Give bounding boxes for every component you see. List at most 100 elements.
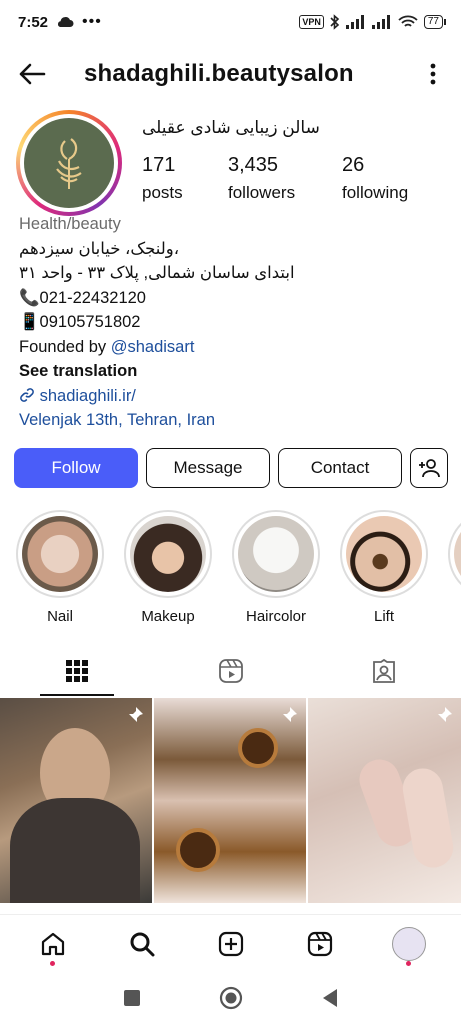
- founded-by: Founded by @shadisart: [19, 335, 449, 360]
- notification-dot: [50, 960, 55, 966]
- back-button[interactable]: [16, 58, 48, 90]
- followers-count[interactable]: 3,435 followers: [228, 154, 342, 203]
- create-icon: [218, 931, 243, 956]
- highlight-cover: [22, 516, 98, 592]
- stat-value: 171: [142, 154, 176, 176]
- nav-home[interactable]: [33, 924, 73, 966]
- post-thumbnail[interactable]: [0, 698, 152, 903]
- highlight-nail[interactable]: Nail: [14, 510, 106, 625]
- bio-address-line: ،ولنجک، خیابان سیزدهم: [19, 239, 180, 258]
- search-icon: [130, 932, 154, 956]
- founded-prefix: Founded by: [19, 337, 111, 356]
- link-icon: [20, 387, 34, 402]
- highlight-haircolor[interactable]: Haircolor: [230, 510, 322, 625]
- nav-create[interactable]: [211, 924, 251, 964]
- tagged-icon: [373, 658, 396, 683]
- pinned-icon: [128, 707, 143, 723]
- website-text: shadiaghili.ir/: [39, 386, 136, 405]
- bio-mobile: 📱09105751802: [19, 313, 141, 331]
- avatar[interactable]: [16, 110, 122, 216]
- message-button[interactable]: Message: [146, 448, 270, 488]
- add-person-icon: [419, 459, 440, 478]
- highlight-makeup[interactable]: Makeup: [122, 510, 214, 625]
- battery-indicator: 77: [423, 15, 447, 29]
- nav-search[interactable]: [122, 924, 162, 964]
- arrow-left-icon: [19, 63, 46, 85]
- follow-button[interactable]: Follow: [14, 448, 138, 488]
- profile-actions: Follow Message Contact: [14, 448, 448, 488]
- profile-bio: Health/beauty ،ولنجک، خیابان سیزدهم ابتد…: [19, 212, 449, 433]
- reels-icon: [307, 931, 332, 956]
- salon-logo: [24, 118, 114, 208]
- vpn-badge: VPN: [299, 15, 324, 29]
- highlight-label: Makeup: [141, 608, 195, 625]
- founder-mention-link[interactable]: @shadisart: [111, 338, 195, 356]
- status-bar: 7:52 ••• VPN 77: [0, 0, 461, 44]
- pinned-icon: [282, 707, 297, 723]
- highlight-cover: [238, 516, 314, 592]
- tab-tagged[interactable]: [307, 646, 461, 696]
- display-name: سالن زیبایی شادی عقیلی: [142, 118, 320, 137]
- back-triangle-icon[interactable]: [321, 988, 339, 1008]
- tab-posts-grid[interactable]: [0, 646, 154, 696]
- tab-reels[interactable]: [154, 646, 308, 696]
- profile-avatar: [391, 926, 426, 961]
- highlight-lift[interactable]: Lift: [338, 510, 430, 625]
- bluetooth-icon: [330, 14, 340, 30]
- post-image-content: [176, 828, 220, 872]
- post-image-content: [399, 765, 457, 871]
- post-image-content: [238, 728, 278, 768]
- profile-stats: 171 posts 3,435 followers 26 following: [142, 154, 442, 203]
- contact-button[interactable]: Contact: [278, 448, 402, 488]
- stat-label: followers: [228, 183, 296, 202]
- pinned-icon: [437, 707, 452, 723]
- highlight-label: Haircolor: [245, 608, 306, 625]
- status-time: 7:52: [18, 13, 49, 31]
- post-thumbnail[interactable]: [308, 698, 461, 903]
- home-icon: [41, 932, 64, 955]
- highlight-label: Lift: [373, 608, 394, 625]
- bio-address-line: ابتدای ساسان شمالی, پلاک ۳۳ - واحد ۳۱: [19, 264, 295, 282]
- story-highlights: Nail Makeup Haircolor Lift N: [14, 510, 461, 625]
- reels-icon: [218, 659, 243, 683]
- logo-mark-icon: [56, 138, 82, 189]
- more-notifications-icon: •••: [82, 13, 102, 30]
- stat-value: 3,435: [228, 154, 279, 176]
- stat-label: posts: [142, 183, 183, 202]
- home-circle-icon[interactable]: [219, 986, 243, 1010]
- cloud-icon: [58, 17, 74, 27]
- profile-header: shadaghili.beautysalon: [0, 52, 461, 96]
- wifi-icon: [398, 15, 418, 27]
- profile-summary: سالن زیبایی شادی عقیلی 171 posts 3,435 f…: [16, 110, 456, 216]
- highlight-cover: [454, 516, 461, 592]
- category-label: Health/beauty: [19, 215, 121, 233]
- suggested-accounts-button[interactable]: [410, 448, 448, 488]
- content-tabs: [0, 646, 461, 696]
- signal-icon: [345, 15, 364, 29]
- posts-grid: [0, 698, 461, 903]
- nav-reels[interactable]: [300, 924, 340, 964]
- highlight-partial[interactable]: N: [446, 510, 461, 625]
- highlight-cover: [130, 516, 206, 592]
- location-link[interactable]: Velenjak 13th, Tehran, Iran: [19, 408, 449, 433]
- grid-icon: [65, 660, 88, 682]
- see-translation-link[interactable]: See translation: [19, 359, 449, 384]
- website-link[interactable]: shadiaghili.ir/: [19, 384, 449, 409]
- page-title: shadaghili.beautysalon: [84, 60, 354, 87]
- notification-dot: [406, 960, 411, 966]
- kebab-menu-icon: [430, 63, 436, 85]
- post-image-content: [10, 798, 140, 903]
- following-count[interactable]: 26 following: [342, 154, 442, 203]
- bio-phone: 📞021-22432120: [19, 288, 146, 307]
- system-navigation: [0, 972, 461, 1024]
- stat-value: 26: [342, 154, 365, 176]
- bottom-navigation: [0, 914, 461, 972]
- posts-count[interactable]: 171 posts: [142, 154, 228, 203]
- highlight-cover: [346, 516, 422, 592]
- more-options-button[interactable]: [421, 58, 445, 90]
- signal-icon: [371, 15, 390, 29]
- nav-profile[interactable]: [389, 924, 429, 966]
- stat-label: following: [342, 183, 409, 202]
- recents-square-icon[interactable]: [123, 989, 141, 1007]
- post-thumbnail[interactable]: [154, 698, 306, 903]
